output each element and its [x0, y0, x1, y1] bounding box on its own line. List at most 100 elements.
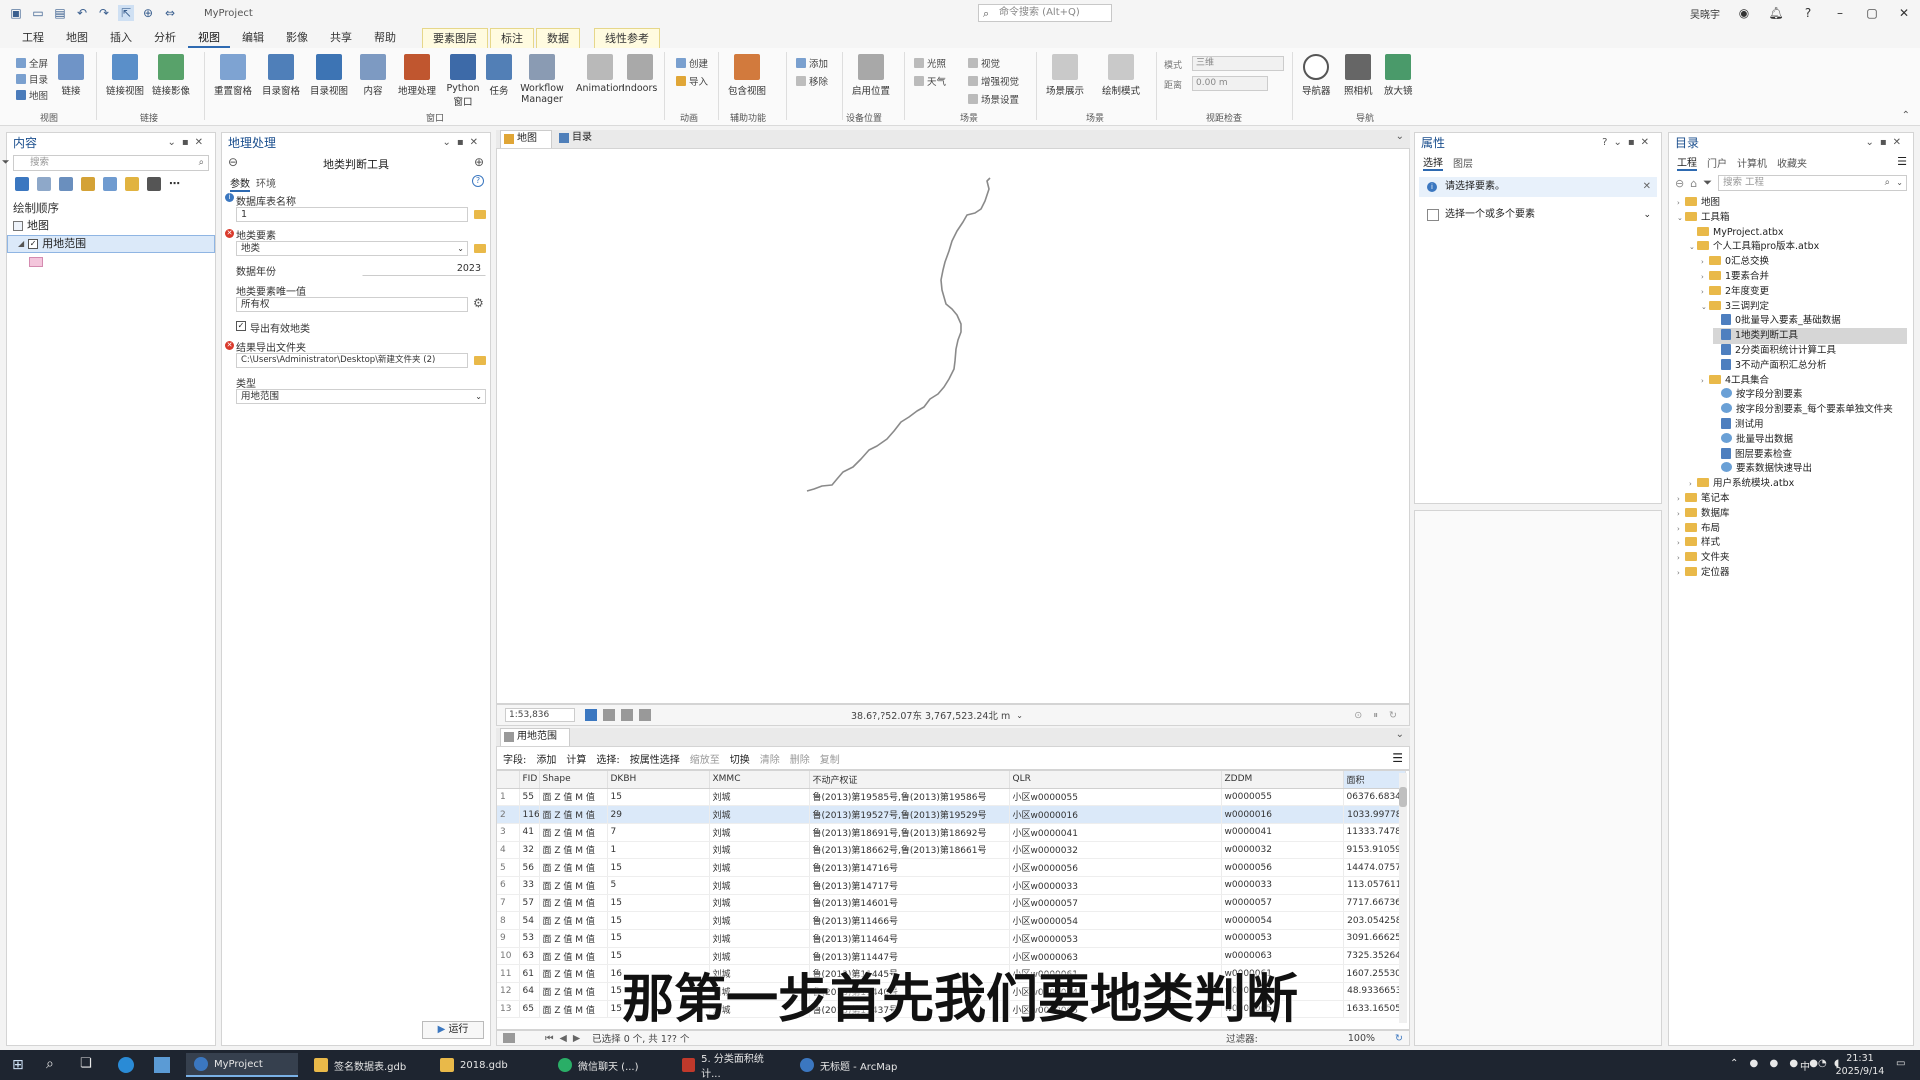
- table-cell[interactable]: 鲁(2013)第11464号: [809, 929, 1010, 948]
- taskbar-app-wechat[interactable]: 微信聊天 (...): [550, 1053, 668, 1077]
- table-icon[interactable]: [603, 709, 615, 721]
- link-imagery-button[interactable]: 链接影像: [152, 54, 190, 97]
- param-unique-input[interactable]: 所有权: [236, 297, 468, 312]
- tab-map-view[interactable]: 地图✕: [500, 130, 552, 160]
- catalog-view-button[interactable]: 目录: [16, 72, 48, 86]
- copy-button[interactable]: 复制: [820, 751, 840, 766]
- browse-folder-icon[interactable]: [474, 244, 486, 253]
- minimize-button[interactable]: –: [1824, 6, 1856, 20]
- python-window-button[interactable]: Python窗口: [446, 54, 480, 108]
- catalog-item[interactable]: › 0汇总交换: [1701, 254, 1769, 270]
- table-cell[interactable]: 55: [519, 788, 540, 807]
- catalog-item[interactable]: › 1要素合并: [1701, 269, 1769, 285]
- undo-icon[interactable]: ↶: [74, 5, 90, 21]
- enable-location-button[interactable]: 启用位置: [852, 54, 890, 97]
- row-selector-header[interactable]: [497, 771, 520, 789]
- tab-computer[interactable]: 计算机: [1737, 155, 1767, 170]
- avatar-icon[interactable]: ◉: [1728, 6, 1760, 20]
- table-cell[interactable]: 41: [519, 823, 540, 842]
- table-cell[interactable]: 面 Z 值 M 值: [539, 876, 608, 895]
- help-button[interactable]: ?: [1792, 6, 1824, 20]
- wifi-icon[interactable]: ◔: [1818, 1058, 1827, 1069]
- windows-start-icon[interactable]: ⊞: [12, 1057, 24, 1073]
- chevron-down-icon[interactable]: ⌄: [1396, 131, 1404, 142]
- table-cell[interactable]: 面 Z 值 M 值: [539, 841, 608, 860]
- table-cell[interactable]: 刘城: [709, 894, 810, 913]
- table-cell[interactable]: 1607.255305: [1343, 964, 1406, 984]
- fullscreen-button[interactable]: 全屏: [16, 56, 48, 70]
- clock[interactable]: 21:31 2025/9/14: [1832, 1052, 1888, 1078]
- table-cell[interactable]: 5: [607, 876, 710, 895]
- table-cell[interactable]: 53: [519, 929, 540, 948]
- draw-mode-button[interactable]: 绘制模式: [1102, 54, 1140, 97]
- row-number[interactable]: 12: [497, 982, 520, 1001]
- catalog-item[interactable]: 2分类面积统计计算工具: [1713, 343, 1836, 359]
- row-number[interactable]: 4: [497, 841, 520, 860]
- table-cell[interactable]: 小区w0000063: [1009, 947, 1222, 966]
- catalog-item[interactable]: › 2年度变更: [1701, 284, 1769, 300]
- new-project-icon[interactable]: ▭: [30, 5, 46, 21]
- table-cell[interactable]: 15: [607, 929, 710, 948]
- catalog-item[interactable]: 1地类判断工具: [1713, 328, 1907, 345]
- table-cell[interactable]: 65: [519, 1000, 540, 1019]
- tree-map-node[interactable]: 地图: [7, 217, 215, 235]
- catalog-pane-button[interactable]: 目录窗格: [262, 54, 300, 97]
- vertical-scrollbar[interactable]: [1399, 773, 1407, 1023]
- column-header[interactable]: FID: [519, 771, 540, 789]
- table-cell[interactable]: 小区w0000057: [1009, 894, 1222, 913]
- switch-selection-button[interactable]: 切换: [730, 751, 750, 766]
- table-cell[interactable]: 小区w0000055: [1009, 788, 1222, 807]
- record-nav-icons[interactable]: ⏮◀▶: [545, 1033, 586, 1044]
- param-output-folder-input[interactable]: C:\Users\Administrator\Desktop\新建文件夹 (2): [236, 353, 468, 368]
- layer-symbol-swatch[interactable]: [29, 257, 43, 267]
- row-number[interactable]: 3: [497, 823, 520, 842]
- table-cell[interactable]: 鲁(2013)第14716号: [809, 858, 1010, 877]
- tab-layer[interactable]: 图层: [1453, 155, 1473, 170]
- taskbar-app-myproject[interactable]: MyProject: [186, 1053, 298, 1077]
- table-cell[interactable]: 刘城: [709, 841, 810, 860]
- catalog-item[interactable]: 按字段分割要素: [1713, 387, 1803, 403]
- tab-project[interactable]: 工程: [12, 28, 54, 48]
- add-field-button[interactable]: 添加: [536, 751, 556, 766]
- table-cell[interactable]: 鲁(2013)第11447号: [809, 947, 1010, 966]
- table-cell[interactable]: 鲁(2013)第11466号: [809, 911, 1010, 930]
- table-cell[interactable]: w0000053: [1221, 929, 1344, 948]
- column-header[interactable]: DKBH: [607, 771, 710, 789]
- table-cell[interactable]: 06376.683493: [1343, 788, 1406, 807]
- catalog-item[interactable]: ⌄ 3三调判定: [1701, 299, 1769, 315]
- mode-select[interactable]: 三维: [1192, 56, 1284, 71]
- table-row[interactable]: 6 33 面 Z 值 M 值 5 刘城 鲁(2013)第14717号 小区w0000033 w…: [497, 876, 1406, 895]
- table-cell[interactable]: 57: [519, 894, 540, 913]
- redo-icon[interactable]: ↷: [96, 5, 112, 21]
- gear-icon[interactable]: ⚙: [473, 296, 484, 310]
- taskbar-app-doc[interactable]: 5. 分类面积统计...: [674, 1053, 786, 1080]
- reset-panes-button[interactable]: 重置窗格: [214, 54, 252, 97]
- feature-select-dropdown[interactable]: 选择一个或多个要素 ⌄: [1419, 205, 1657, 225]
- catalog-item[interactable]: › 布局: [1677, 521, 1720, 537]
- list-by-perspective-icon[interactable]: [147, 177, 161, 191]
- table-cell[interactable]: 刘城: [709, 947, 810, 966]
- delete-button[interactable]: 删除: [790, 751, 810, 766]
- param-type-select[interactable]: 用地范围 ⌄: [236, 389, 486, 404]
- tree-layer-node[interactable]: ◢ ✓ 用地范围: [7, 235, 215, 253]
- taskbar-app-gdb2[interactable]: 2018.gdb: [432, 1053, 542, 1077]
- table-cell[interactable]: 29: [607, 805, 710, 824]
- tab-linear-referencing[interactable]: 线性参考: [594, 28, 660, 48]
- catalog-item[interactable]: 按字段分割要素_每个要素单独文件夹: [1713, 402, 1893, 418]
- contain-view-button[interactable]: 包含视图: [728, 54, 766, 97]
- tab-edit[interactable]: 编辑: [232, 28, 274, 48]
- import-animation-button[interactable]: 导入: [676, 74, 708, 88]
- table-cell[interactable]: 203.054258: [1343, 911, 1406, 930]
- catalog-item[interactable]: › 笔记本: [1677, 491, 1730, 507]
- table-cell[interactable]: 15: [607, 894, 710, 913]
- table-cell[interactable]: 3091.666253: [1343, 929, 1406, 948]
- table-cell[interactable]: 面 Z 值 M 值: [539, 788, 608, 807]
- list-by-editing-icon[interactable]: [81, 177, 95, 191]
- list-by-source-icon[interactable]: [37, 177, 51, 191]
- tab-map[interactable]: 地图: [56, 28, 98, 48]
- save-icon[interactable]: ▤: [52, 5, 68, 21]
- table-cell[interactable]: 116: [519, 805, 540, 824]
- table-cell[interactable]: 32: [519, 841, 540, 860]
- camera-button[interactable]: 照相机: [1344, 54, 1373, 97]
- table-row[interactable]: 1 55 面 Z 值 M 值 15 刘城 鲁(2013)第19585号,鲁(2013)第1…: [497, 788, 1406, 807]
